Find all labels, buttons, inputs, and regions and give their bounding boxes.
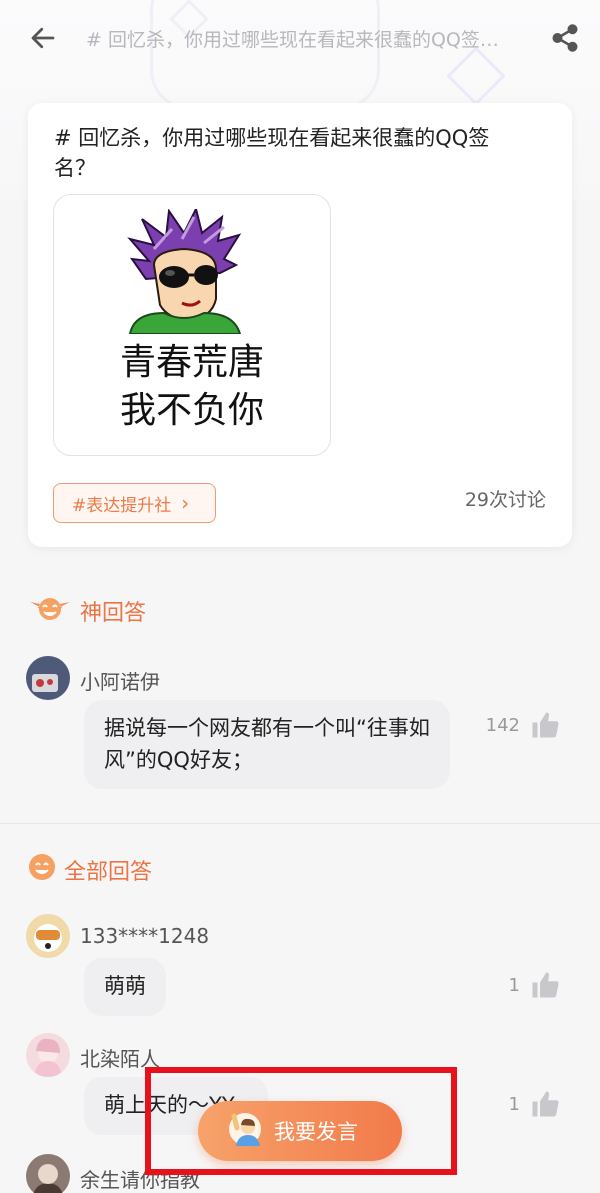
section-divider xyxy=(0,823,600,824)
answer-bubble[interactable]: 萌萌 xyxy=(84,958,166,1016)
discussion-count: 29次讨论 xyxy=(464,489,546,511)
thumbs-up-icon[interactable] xyxy=(530,1089,560,1119)
speak-button-label: 我要发言 xyxy=(274,1120,358,1144)
share-button[interactable] xyxy=(530,0,600,76)
like-group[interactable]: 1 xyxy=(509,970,560,1000)
topic-tag-button[interactable]: #表达提升社 › xyxy=(53,483,216,523)
username[interactable]: 余生请你指教 xyxy=(80,1164,200,1193)
chevron-right-icon: › xyxy=(181,491,190,515)
all-answers-title: 全部回答 xyxy=(64,860,153,885)
username[interactable]: 小阿诺伊 xyxy=(80,666,160,695)
avatar[interactable] xyxy=(26,1033,70,1077)
like-count: 1 xyxy=(508,974,520,996)
username[interactable]: 133****1248 xyxy=(80,924,209,948)
thumbs-up-icon[interactable] xyxy=(530,710,560,740)
like-count: 142 xyxy=(485,714,520,736)
thumbs-up-icon[interactable] xyxy=(530,970,560,1000)
best-answer-title: 神回答 xyxy=(80,601,147,626)
raise-hand-person-icon xyxy=(228,1112,262,1151)
answer-bubble[interactable]: 据说每一个网友都有一个叫“往事如风”的QQ好友； xyxy=(84,700,450,789)
avatar[interactable] xyxy=(26,914,70,958)
question-image[interactable]: 青春荒唐 我不负你 xyxy=(53,194,331,456)
avatar[interactable] xyxy=(26,656,70,700)
winged-smile-icon xyxy=(28,594,72,628)
avatar[interactable] xyxy=(26,1154,70,1193)
all-answers-header: 全部回答 xyxy=(28,853,152,887)
share-icon xyxy=(552,24,578,52)
smile-icon xyxy=(28,853,56,887)
username[interactable]: 北染陌人 xyxy=(80,1043,160,1072)
question-card: # 回忆杀，你用过哪些现在看起来很蠢的QQ签名？ 青春荒唐 我不负你 #表达提升… xyxy=(28,103,572,547)
back-button[interactable] xyxy=(0,0,86,76)
speak-button[interactable]: 我要发言 xyxy=(198,1101,402,1161)
like-group[interactable]: 1 xyxy=(509,1089,560,1119)
meme-caption: 青春荒唐 我不负你 xyxy=(119,342,264,431)
topic-tag-label: #表达提升社 xyxy=(72,495,172,516)
question-title: # 回忆杀，你用过哪些现在看起来很蠢的QQ签名？ xyxy=(54,126,490,180)
page-title: # 回忆杀，你用过哪些现在看起来很蠢的QQ签… xyxy=(86,28,499,51)
meme-character-image xyxy=(124,209,244,334)
like-group[interactable]: 142 xyxy=(486,710,560,740)
best-answer-header: 神回答 xyxy=(28,594,146,628)
like-count: 1 xyxy=(508,1093,520,1115)
back-arrow-icon xyxy=(31,27,55,49)
top-bar: # 回忆杀，你用过哪些现在看起来很蠢的QQ签… xyxy=(0,0,600,76)
